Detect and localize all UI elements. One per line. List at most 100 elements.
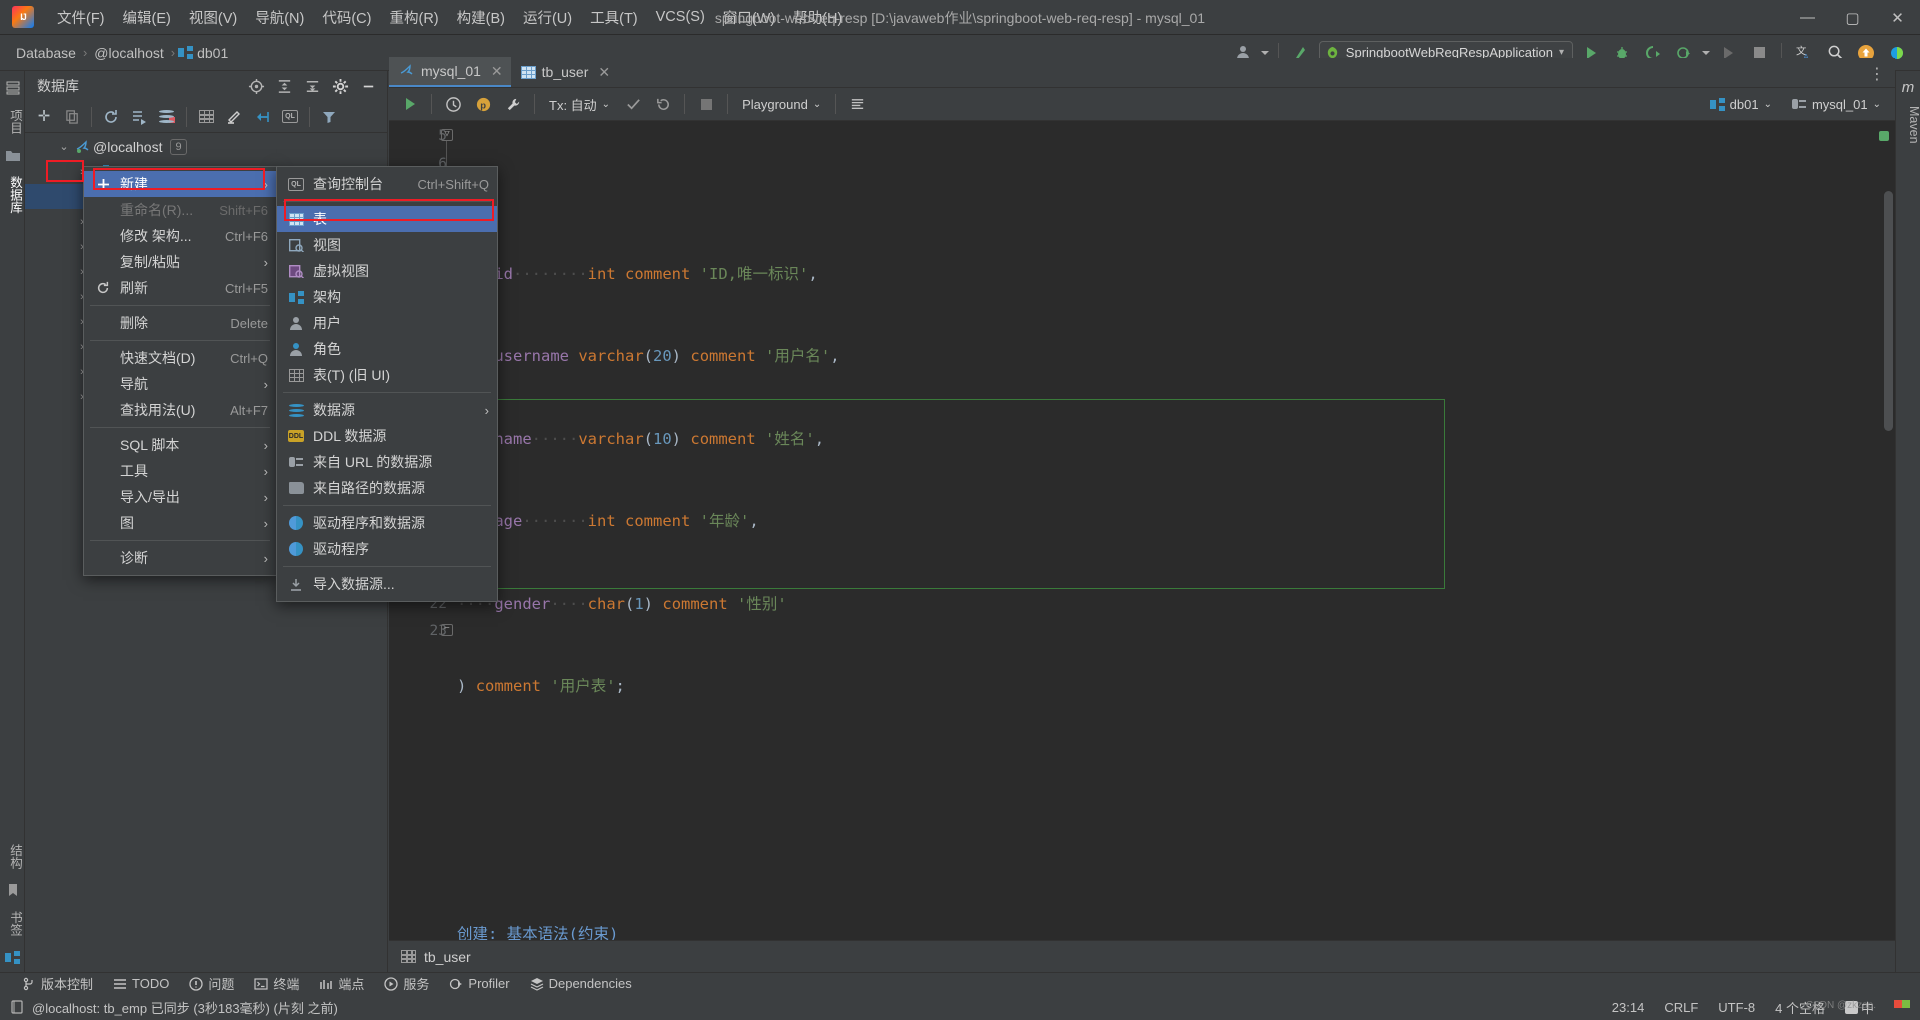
sidebar-item-maven[interactable]: Maven	[1896, 100, 1920, 150]
project-view-icon[interactable]	[0, 77, 25, 99]
database-selector[interactable]: db01 ⌄	[1704, 95, 1778, 114]
copy-icon[interactable]	[59, 104, 85, 130]
parameters-icon[interactable]: p	[470, 91, 496, 117]
close-button[interactable]: ✕	[1875, 0, 1920, 35]
inspection-status-icon[interactable]	[1879, 131, 1889, 141]
edit-icon[interactable]	[221, 104, 247, 130]
context-menu-item-delete[interactable]: 删除 Delete	[84, 310, 276, 336]
line-separator[interactable]: CRLF	[1664, 1000, 1698, 1015]
datasource-selector[interactable]: mysql_01 ⌄	[1786, 95, 1887, 114]
sidebar-item-bookmarks[interactable]: 书签	[0, 905, 25, 942]
chevron-down-icon[interactable]	[1260, 50, 1269, 55]
context-menu-item-copy-paste[interactable]: 复制/粘贴 ›	[84, 249, 276, 275]
maximize-button[interactable]: ▢	[1830, 0, 1875, 35]
caret-position[interactable]: 23:14	[1612, 1000, 1645, 1015]
fold-marker-icon[interactable]: ⌐	[441, 624, 453, 636]
menu-file[interactable]: 文件(F)	[48, 3, 114, 32]
menu-view[interactable]: 视图(V)	[180, 3, 246, 32]
context-menu-item-find-usages[interactable]: 查找用法(U) Alt+F7	[84, 397, 276, 423]
menu-refactor[interactable]: 重构(R)	[380, 3, 447, 32]
submenu-item-table[interactable]: 表	[277, 206, 497, 232]
history-icon[interactable]	[440, 91, 466, 117]
submenu-item-datasource-from-url[interactable]: 来自 URL 的数据源	[277, 449, 497, 475]
schema-stripe-icon[interactable]	[0, 946, 25, 968]
collapse-all-icon[interactable]	[299, 73, 325, 99]
tree-node-localhost[interactable]: ⌄ @localhost 9	[25, 134, 387, 159]
filter-icon[interactable]	[316, 104, 342, 130]
submenu-item-import-datasource[interactable]: 导入数据源...	[277, 571, 497, 597]
submenu-item-user[interactable]: 用户	[277, 310, 497, 336]
schema-selector[interactable]: Playground ⌄	[736, 95, 827, 114]
submenu-item-view[interactable]: 视图	[277, 232, 497, 258]
toolwindow-profiler[interactable]: Profiler	[449, 976, 510, 991]
context-menu-item-navigate[interactable]: 导航 ›	[84, 371, 276, 397]
close-icon[interactable]: ✕	[598, 64, 610, 81]
context-menu-item-tools[interactable]: 工具 ›	[84, 458, 276, 484]
result-tab-label[interactable]: tb_user	[424, 949, 471, 965]
submenu-item-role[interactable]: 角色	[277, 336, 497, 362]
add-icon[interactable]: ✛	[31, 104, 57, 130]
toolwindow-problems[interactable]: 问题	[189, 974, 234, 993]
menu-build[interactable]: 构建(B)	[448, 3, 514, 32]
menu-navigate[interactable]: 导航(N)	[246, 3, 313, 32]
context-menu-item-sql-scripts[interactable]: SQL 脚本 ›	[84, 432, 276, 458]
toolwindow-terminal[interactable]: 终端	[254, 974, 299, 993]
target-icon[interactable]	[243, 73, 269, 99]
table-icon[interactable]	[193, 104, 219, 130]
toolwindow-todo[interactable]: TODO	[113, 976, 169, 991]
submenu-item-datasource-from-path[interactable]: 来自路径的数据源	[277, 475, 497, 501]
context-menu-item-diagrams[interactable]: 图 ›	[84, 510, 276, 536]
commit-icon[interactable]	[620, 91, 646, 117]
submenu-item-schema[interactable]: 架构	[277, 284, 497, 310]
tab-tb-user[interactable]: tb_user ✕	[511, 57, 618, 87]
rollback-icon[interactable]	[650, 91, 676, 117]
menu-code[interactable]: 代码(C)	[313, 3, 380, 32]
refresh-icon[interactable]	[98, 104, 124, 130]
query-console-icon[interactable]: QL	[277, 104, 303, 130]
execute-button[interactable]	[397, 91, 423, 117]
code-editor[interactable]: 5 6 7 8 9 10 11 12 13 14 15 16 17 18 19 …	[389, 121, 1895, 940]
sidebar-item-project[interactable]: 项目	[0, 103, 25, 140]
toolwindow-vcs[interactable]: 版本控制	[22, 974, 93, 993]
toolwindow-dependencies[interactable]: Dependencies	[530, 976, 632, 991]
context-menu-item-quick-doc[interactable]: 快速文档(D) Ctrl+Q	[84, 345, 276, 371]
bookmark-icon[interactable]	[0, 879, 25, 901]
submenu-item-query-console[interactable]: QL 查询控制台 Ctrl+Shift+Q	[277, 171, 497, 197]
tab-mysql-01[interactable]: mysql_01 ✕	[389, 57, 511, 87]
submenu-item-virtual-view[interactable]: 虚拟视图	[277, 258, 497, 284]
breadcrumb-db01[interactable]: db01	[193, 43, 232, 63]
toolwindow-services[interactable]: 服务	[384, 974, 429, 993]
toolwindow-endpoints[interactable]: 端点	[319, 974, 364, 993]
chevron-down-icon[interactable]: ⌄	[55, 140, 73, 153]
editor-tabs-more-icon[interactable]: ⋮	[1859, 63, 1895, 87]
breadcrumb-database[interactable]: Database	[12, 43, 80, 63]
submenu-item-driver[interactable]: 驱动程序	[277, 536, 497, 562]
output-icon[interactable]	[844, 91, 870, 117]
context-menu-item-refresh[interactable]: 刷新 Ctrl+F5	[84, 275, 276, 301]
menu-window[interactable]: 窗口(W)	[714, 3, 784, 32]
editor-scrollbar[interactable]	[1884, 191, 1893, 431]
context-menu-item-diagnostics[interactable]: 诊断 ›	[84, 545, 276, 571]
breadcrumb-localhost[interactable]: @localhost	[90, 43, 167, 63]
chevron-down-icon[interactable]	[1702, 50, 1710, 55]
submenu-item-datasource[interactable]: 数据源 ›	[277, 397, 497, 423]
submenu-item-driver-and-datasource[interactable]: 驱动程序和数据源	[277, 510, 497, 536]
folder-icon[interactable]	[0, 144, 25, 166]
maven-icon[interactable]: m	[1896, 79, 1920, 96]
menu-help[interactable]: 帮助(H)	[784, 3, 851, 32]
stop-icon[interactable]	[693, 91, 719, 117]
expand-all-icon[interactable]	[271, 73, 297, 99]
menu-run[interactable]: 运行(U)	[514, 3, 581, 32]
context-menu-item-new[interactable]: 新建 ›	[84, 171, 276, 197]
submenu-item-table-legacy[interactable]: 表(T) (旧 UI)	[277, 362, 497, 388]
sync-database-icon[interactable]	[154, 104, 180, 130]
wrench-icon[interactable]	[500, 91, 526, 117]
minimize-button[interactable]: —	[1785, 0, 1830, 35]
menu-edit[interactable]: 编辑(E)	[114, 3, 180, 32]
context-menu-item-modify-schema[interactable]: 修改 架构... Ctrl+F6	[84, 223, 276, 249]
transaction-mode-selector[interactable]: Tx: 自动 ⌄	[543, 93, 616, 116]
file-encoding[interactable]: UTF-8	[1718, 1000, 1755, 1015]
menu-tools[interactable]: 工具(T)	[581, 3, 647, 32]
close-icon[interactable]: ✕	[491, 63, 503, 80]
settings-icon[interactable]	[327, 73, 353, 99]
